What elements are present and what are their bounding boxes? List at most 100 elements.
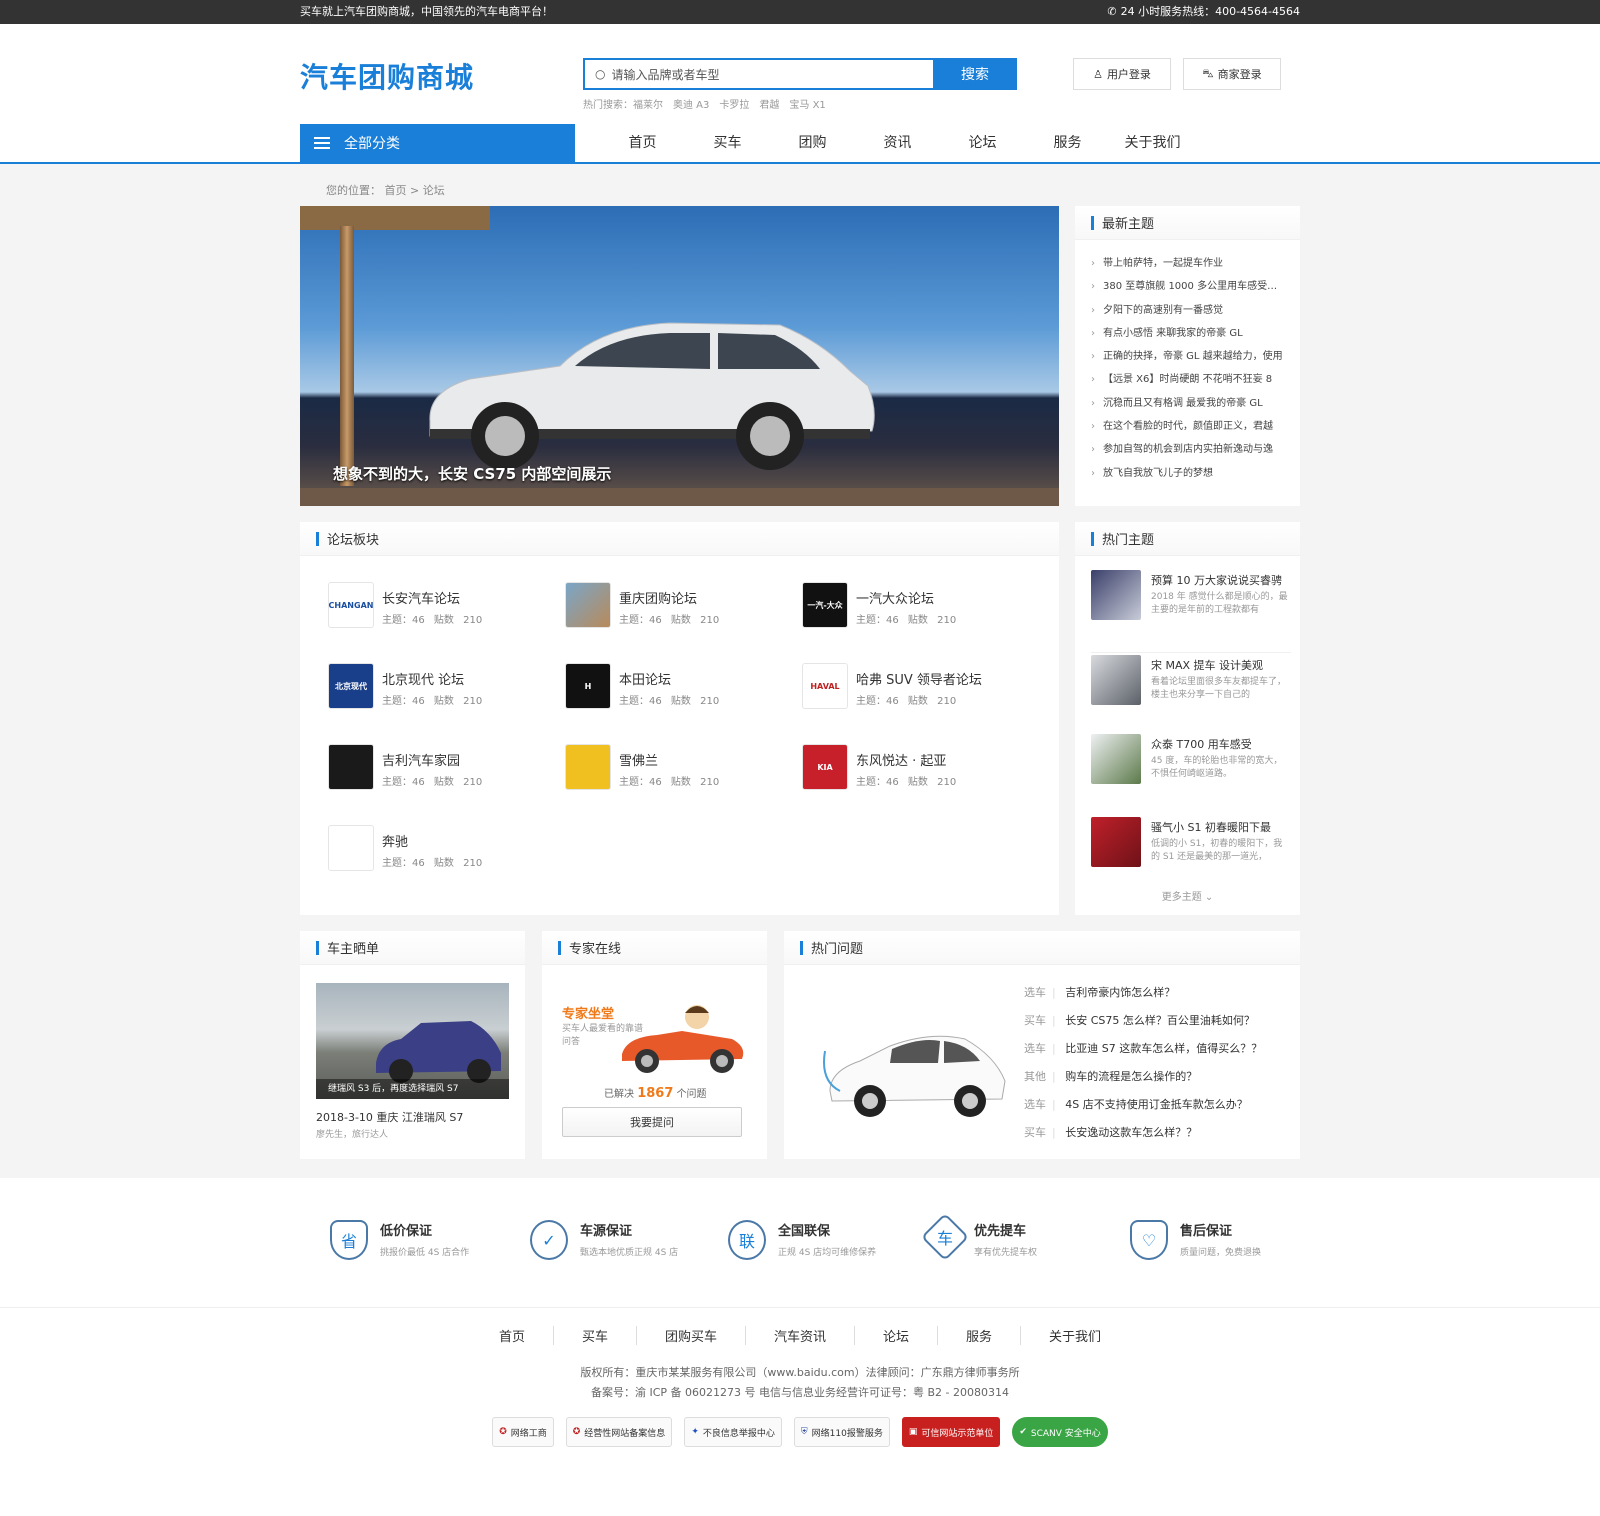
more-topics-link[interactable]: 更多主题 ⌄ — [1075, 888, 1300, 903]
showcase-author: 廖先生，旅行达人 — [316, 1130, 389, 1140]
search-bar: ○ 请输入品牌或者车型 搜索 — [583, 58, 1017, 90]
topic-link[interactable]: 【远景 X6】时尚硬朗 不花哨不狂妄 8 — [1091, 368, 1284, 391]
trust-badge[interactable]: ✦ 不良信息举报中心 — [684, 1417, 782, 1447]
board-stats: 主题：46 贴数 210 — [382, 858, 483, 869]
banner-carousel[interactable]: 想象不到的大，长安 CS75 内部空间展示 — [300, 206, 1059, 506]
board-name[interactable]: 本田论坛 — [619, 669, 719, 688]
hot-term[interactable]: 宝马 X1 — [789, 96, 825, 111]
hot-topic-item[interactable]: 众泰 T700 用车感受 45 度，车的轮胎也非常的宽大，不惧任何崎岖道路。 — [1091, 734, 1291, 804]
trust-badge[interactable]: ⛨ 网络110报警服务 — [793, 1417, 890, 1447]
merchant-login-button[interactable]: ⛍ 商家登录 — [1183, 58, 1281, 90]
topic-link[interactable]: 380 至尊旗舰 1000 多公里用车感受分享 — [1091, 275, 1284, 298]
forum-board[interactable]: 吉利汽车家园 主题：46 贴数 210 — [328, 744, 558, 792]
hot-term[interactable]: 卡罗拉 — [719, 96, 749, 111]
topic-link[interactable]: 正确的抉择，帝豪 GL 越来越给力，使用 — [1091, 345, 1284, 368]
board-name[interactable]: 重庆团购论坛 — [619, 588, 719, 607]
board-name[interactable]: 雪佛兰 — [619, 750, 719, 769]
topic-link[interactable]: 沉稳而且又有格调 最爱我的帝豪 GL — [1091, 392, 1284, 415]
forum-board[interactable]: CHANGAN 长安汽车论坛 主题：46 贴数 210 — [328, 582, 558, 630]
hot-topics-panel: 热门主题 预算 10 万大家说说买睿骋 2018 年 感觉什么都是顺心的，最主要的… — [1075, 522, 1300, 915]
board-name[interactable]: 哈弗 SUV 领导者论坛 — [856, 669, 982, 688]
chevron-down-icon: ⌄ — [1204, 892, 1214, 903]
trusted-site-icon: ▣ — [908, 1427, 918, 1437]
panel-title: 热门问题 — [784, 931, 1300, 965]
user-login-button[interactable]: ♙ 用户登录 — [1073, 58, 1171, 90]
nav-service[interactable]: 服务 — [1025, 124, 1110, 162]
ask-question-button[interactable]: 我要提问 — [562, 1107, 742, 1137]
nav-news[interactable]: 资讯 — [855, 124, 940, 162]
forum-board[interactable]: 北京现代 北京现代 论坛 主题：46 贴数 210 — [328, 663, 558, 711]
footer-link[interactable]: 汽车资讯 — [746, 1326, 855, 1345]
footer-link[interactable]: 关于我们 — [1021, 1326, 1129, 1345]
nav-home[interactable]: 首页 — [600, 124, 685, 162]
emblem-icon: ✪ — [572, 1427, 581, 1437]
showcase-date[interactable]: 2018-3-10 重庆 江淮瑞风 S7 — [316, 1109, 463, 1125]
nav-forum[interactable]: 论坛 — [940, 124, 1025, 162]
breadcrumb-current[interactable]: 论坛 — [423, 184, 445, 197]
board-name[interactable]: 东风悦达 · 起亚 — [856, 750, 956, 769]
electric-car-image — [823, 1035, 1006, 1117]
owner-showcase-panel: 车主晒单 继瑞风 S3 后，再度选择瑞风 S7 2018-3-10 重庆 江淮瑞… — [300, 931, 525, 1159]
hot-topic-item[interactable]: 骚气小 S1 初春暖阳下最 低调的小 S1，初春的暖阳下，我的 S1 还是最美的那… — [1091, 817, 1291, 887]
showcase-photo[interactable]: 继瑞风 S3 后，再度选择瑞风 S7 — [316, 983, 509, 1099]
nav-buy[interactable]: 买车 — [685, 124, 770, 162]
board-name[interactable]: 一汽大众论坛 — [856, 588, 956, 607]
hot-term[interactable]: 君越 — [759, 96, 779, 111]
hot-topic-item[interactable]: 宋 MAX 提车 设计美观 看着论坛里面很多车友都提车了，楼主也来分享一下自己的 — [1091, 652, 1291, 722]
topic-link[interactable]: 有点小感悟 来聊我家的帝豪 GL — [1091, 322, 1284, 345]
topic-thumbnail — [1091, 570, 1141, 620]
footer-link[interactable]: 买车 — [554, 1326, 637, 1345]
topic-link[interactable]: 夕阳下的高速别有一番感觉 — [1091, 299, 1284, 322]
footer-link[interactable]: 服务 — [938, 1326, 1022, 1345]
hot-topic-item[interactable]: 预算 10 万大家说说买睿骋 2018 年 感觉什么都是顺心的，最主要的是年前的工… — [1091, 570, 1291, 640]
guarantee-item: ♡ 售后保证 质量问题，免费退换 — [1130, 1220, 1261, 1260]
forum-board[interactable]: 一汽-大众 一汽大众论坛 主题：46 贴数 210 — [802, 582, 1032, 630]
footer-link[interactable]: 团购买车 — [637, 1326, 746, 1345]
board-stats: 主题：46 贴数 210 — [382, 615, 483, 626]
latest-topics-panel: 最新主题 带上帕萨特，一起提车作业 380 至尊旗舰 1000 多公里用车感受分… — [1075, 206, 1300, 506]
topic-link[interactable]: 在这个看脸的时代，颜值即正义，君越 — [1091, 415, 1284, 438]
question-item[interactable]: 买车 | 长安 CS75 怎么样？百公里油耗如何？ — [1024, 1007, 1262, 1035]
forum-board[interactable]: 奔驰主题：46 贴数 210 — [328, 825, 558, 873]
search-button[interactable]: 搜索 — [933, 58, 1017, 90]
guarantee-item: 省低价保证 挑报价最低 4S 店合作 — [330, 1220, 469, 1260]
all-categories-button[interactable]: 全部分类 — [300, 124, 575, 162]
footer-link[interactable]: 首页 — [471, 1326, 554, 1345]
forum-board[interactable]: HAVAL 哈弗 SUV 领导者论坛 主题：46 贴数 210 — [802, 663, 1032, 711]
trust-badge[interactable]: ✔ SCANV 安全中心 — [1012, 1417, 1108, 1447]
topic-link[interactable]: 参加自驾的机会到店内实拍新逸动与逸 — [1091, 438, 1284, 461]
hot-term[interactable]: 奥迪 A3 — [673, 96, 709, 111]
copyright: 版权所有：重庆市某某服务有限公司（www.baidu.com）法律顾问：广东鼎方… — [580, 1366, 1020, 1399]
board-stats: 主题：46 贴数 210 — [619, 696, 720, 707]
trust-badge[interactable]: ✪ 经营性网站备案信息 — [565, 1417, 673, 1447]
hot-term[interactable]: 福莱尔 — [633, 96, 663, 111]
solved-count: 已解决 1867 个问题 — [604, 1086, 707, 1101]
forum-board[interactable]: 雪佛兰 主题：46 贴数 210 — [565, 744, 795, 792]
trust-badge[interactable]: ✪ 网络工商 — [492, 1417, 554, 1447]
question-item[interactable]: 其他 | 购车的流程是怎么操作的？ — [1024, 1063, 1262, 1091]
site-logo[interactable]: 汽车团购商城 — [300, 56, 474, 96]
forum-board[interactable]: H 本田论坛 主题：46 贴数 210 — [565, 663, 795, 711]
topic-thumbnail — [1091, 817, 1141, 867]
forum-board[interactable]: 重庆团购论坛 主题：46 贴数 210 — [565, 582, 795, 630]
search-input[interactable]: ○ 请输入品牌或者车型 — [583, 58, 933, 90]
trust-badge[interactable]: ▣ 可信网站示范单位 — [901, 1417, 1001, 1447]
nav-group[interactable]: 团购 — [770, 124, 855, 162]
question-item[interactable]: 选车 | 4S 店不支持使用订金抵车款怎么办？ — [1024, 1091, 1262, 1119]
hot-searches: 热门搜索： 福莱尔 奥迪 A3 卡罗拉 君越 宝马 X1 — [583, 96, 826, 111]
question-item[interactable]: 选车 | 吉利帝豪内饰怎么样？ — [1024, 979, 1262, 1007]
board-stats: 主题：46 贴数 210 — [856, 696, 957, 707]
breadcrumb-home[interactable]: 首页 — [385, 184, 407, 197]
topic-link[interactable]: 放飞自我放飞儿子的梦想 — [1091, 462, 1284, 485]
forum-board[interactable]: KIA 东风悦达 · 起亚 主题：46 贴数 210 — [802, 744, 1032, 792]
board-name[interactable]: 长安汽车论坛 — [382, 588, 482, 607]
question-item[interactable]: 选车 | 比亚迪 S7 这款车怎么样，值得买么？？ — [1024, 1035, 1262, 1063]
question-item[interactable]: 买车 | 长安逸动这款车怎么样？？ — [1024, 1119, 1262, 1147]
topic-link[interactable]: 带上帕萨特，一起提车作业 — [1091, 252, 1284, 275]
car-photo — [376, 1021, 501, 1083]
board-name[interactable]: 奔驰 — [382, 831, 482, 850]
nav-about[interactable]: 关于我们 — [1110, 124, 1195, 162]
board-name[interactable]: 北京现代 论坛 — [382, 669, 482, 688]
board-name[interactable]: 吉利汽车家园 — [382, 750, 482, 769]
footer-link[interactable]: 论坛 — [855, 1326, 939, 1345]
